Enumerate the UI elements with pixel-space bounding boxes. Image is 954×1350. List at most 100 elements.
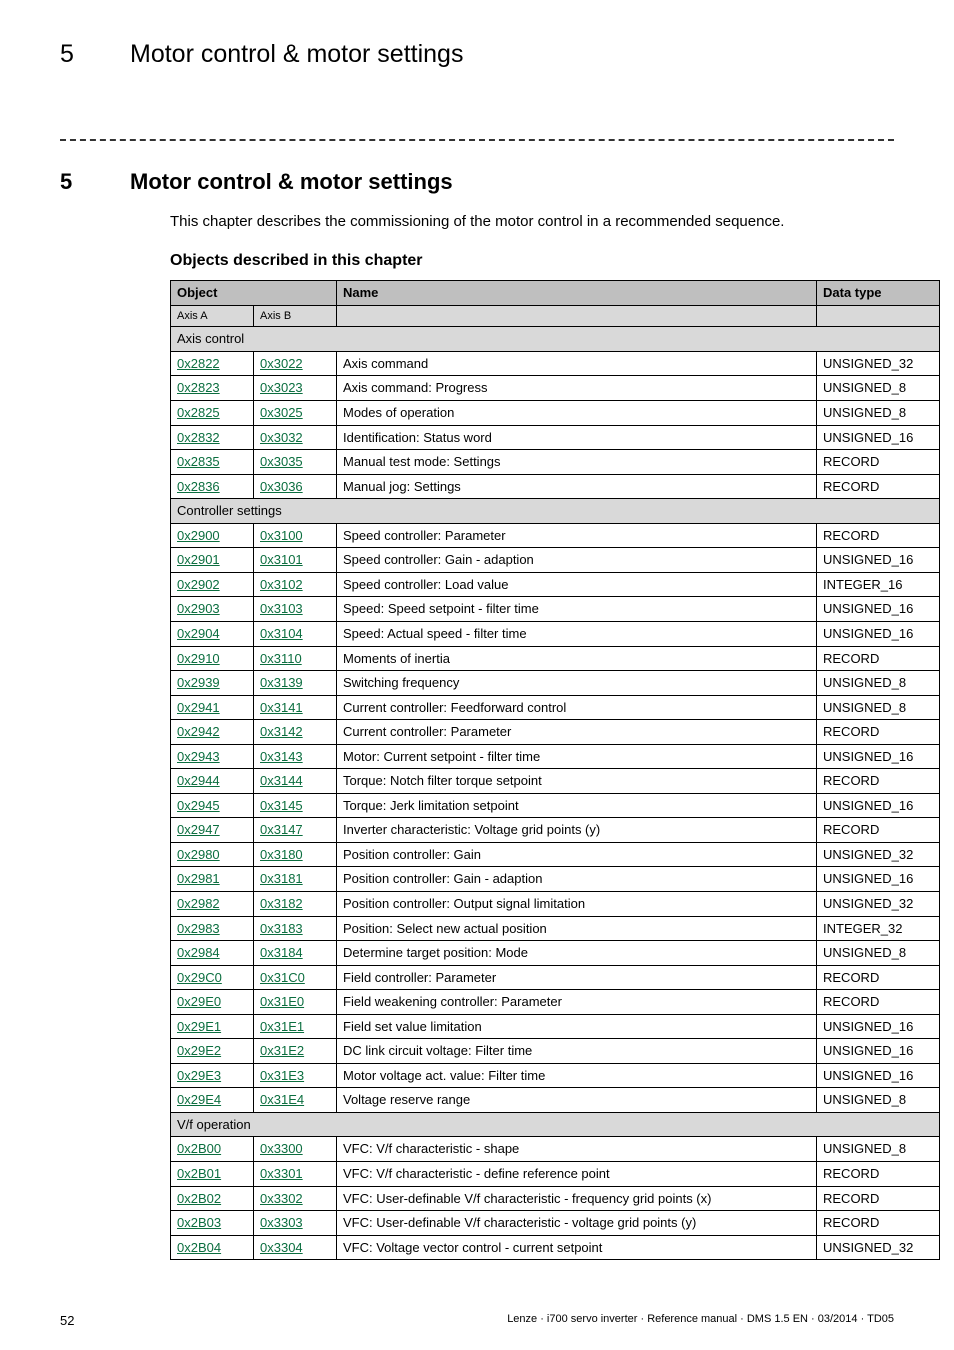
object-link-axis-b[interactable]: 0x31C0 [260, 970, 305, 985]
object-link-axis-a[interactable]: 0x2836 [177, 479, 220, 494]
object-link-axis-a[interactable]: 0x2904 [177, 626, 220, 641]
object-link-axis-b[interactable]: 0x3139 [260, 675, 303, 690]
object-link-axis-a[interactable]: 0x2939 [177, 675, 220, 690]
object-link-axis-a[interactable]: 0x2983 [177, 921, 220, 936]
object-link-axis-a[interactable]: 0x2832 [177, 430, 220, 445]
object-link-axis-b[interactable]: 0x3035 [260, 454, 303, 469]
object-link-axis-b[interactable]: 0x3142 [260, 724, 303, 739]
object-link-axis-a[interactable]: 0x2942 [177, 724, 220, 739]
object-link-axis-b[interactable]: 0x3301 [260, 1166, 303, 1181]
object-link-axis-a[interactable]: 0x2B01 [177, 1166, 221, 1181]
object-link-axis-b[interactable]: 0x3143 [260, 749, 303, 764]
object-link-axis-a[interactable]: 0x2982 [177, 896, 220, 911]
object-name: Torque: Notch filter torque setpoint [337, 769, 817, 794]
object-link-axis-a[interactable]: 0x29E3 [177, 1068, 221, 1083]
object-datatype: UNSIGNED_8 [817, 671, 940, 696]
object-link-axis-b[interactable]: 0x3025 [260, 405, 303, 420]
object-link-axis-a[interactable]: 0x2901 [177, 552, 220, 567]
object-link-axis-b[interactable]: 0x3303 [260, 1215, 303, 1230]
object-link-axis-b[interactable]: 0x3023 [260, 380, 303, 395]
object-name: Motor: Current setpoint - filter time [337, 744, 817, 769]
table-row: 0x29E4 0x31E4 Voltage reserve rangeUNSIGNE… [171, 1088, 940, 1113]
object-link-axis-a[interactable]: 0x2945 [177, 798, 220, 813]
object-link-axis-b[interactable]: 0x3300 [260, 1141, 303, 1156]
object-link-axis-b[interactable]: 0x3102 [260, 577, 303, 592]
object-link-axis-b[interactable]: 0x3147 [260, 822, 303, 837]
object-name: VFC: Voltage vector control - current se… [337, 1235, 817, 1260]
footer-reference: Lenze · i700 servo inverter · Reference … [507, 1313, 894, 1328]
object-name: Current controller: Feedforward control [337, 695, 817, 720]
object-link-axis-a[interactable]: 0x29C0 [177, 970, 222, 985]
object-link-axis-a[interactable]: 0x2B00 [177, 1141, 221, 1156]
object-link-axis-a[interactable]: 0x29E1 [177, 1019, 221, 1034]
object-link-axis-a[interactable]: 0x2903 [177, 601, 220, 616]
object-link-axis-a[interactable]: 0x2944 [177, 773, 220, 788]
object-link-axis-b[interactable]: 0x3022 [260, 356, 303, 371]
object-datatype: UNSIGNED_16 [817, 867, 940, 892]
object-link-axis-a[interactable]: 0x2B03 [177, 1215, 221, 1230]
object-link-axis-a[interactable]: 0x2822 [177, 356, 220, 371]
object-link-axis-a[interactable]: 0x2981 [177, 871, 220, 886]
object-link-axis-a[interactable]: 0x2902 [177, 577, 220, 592]
table-row: 0x29E20x31E2DC link circuit voltage: Fil… [171, 1039, 940, 1064]
table-row: 0x29030x3103Speed: Speed setpoint - filt… [171, 597, 940, 622]
object-name: Manual test mode: Settings [337, 450, 817, 475]
object-link-axis-b[interactable]: 0x3104 [260, 626, 303, 641]
object-link-axis-b[interactable]: 0x3110 [260, 651, 302, 666]
object-link-axis-a[interactable]: 0x2825 [177, 405, 220, 420]
object-datatype: UNSIGNED_16 [817, 1014, 940, 1039]
object-datatype: UNSIGNED_8 [817, 1088, 940, 1113]
th-empty-type [817, 305, 940, 327]
object-link-axis-b[interactable]: 0x3304 [260, 1240, 303, 1255]
object-datatype: RECORD [817, 450, 940, 475]
object-link-axis-a[interactable]: 0x2900 [177, 528, 220, 543]
page-footer: 52 Lenze · i700 servo inverter · Referen… [60, 1313, 894, 1328]
object-name: Voltage reserve range [337, 1088, 817, 1113]
object-link-axis-b[interactable]: 0x3036 [260, 479, 303, 494]
header-chapter-num: 5 [60, 40, 80, 69]
object-datatype: UNSIGNED_16 [817, 548, 940, 573]
object-link-axis-b[interactable]: 0x3101 [260, 552, 303, 567]
object-link-axis-b[interactable]: 0x31E3 [260, 1068, 304, 1083]
object-name: VFC: User-definable V/f characteristic -… [337, 1186, 817, 1211]
object-link-axis-b[interactable]: 0x3144 [260, 773, 303, 788]
object-link-axis-a[interactable]: 0x2941 [177, 700, 220, 715]
object-link-axis-b[interactable]: 0x3180 [260, 847, 303, 862]
table-row: 0x29420x3142Current controller: Paramete… [171, 720, 940, 745]
object-link-axis-b[interactable]: 0x31E2 [260, 1043, 304, 1058]
object-name: Field weakening controller: Parameter [337, 990, 817, 1015]
object-link-axis-b[interactable]: 0x31E1 [260, 1019, 304, 1034]
object-link-axis-a[interactable]: 0x2943 [177, 749, 220, 764]
object-link-axis-b[interactable]: 0x3183 [260, 921, 303, 936]
object-link-axis-a[interactable]: 0x29E4 [177, 1092, 221, 1107]
object-name: Field set value limitation [337, 1014, 817, 1039]
object-link-axis-a[interactable]: 0x2823 [177, 380, 220, 395]
object-link-axis-b[interactable]: 0x31E0 [260, 994, 304, 1009]
object-name: VFC: V/f characteristic - define referen… [337, 1161, 817, 1186]
object-name: Inverter characteristic: Voltage grid po… [337, 818, 817, 843]
object-link-axis-b[interactable]: 0x3145 [260, 798, 303, 813]
object-link-axis-b[interactable]: 0x3181 [260, 871, 303, 886]
object-datatype: RECORD [817, 720, 940, 745]
object-link-axis-a[interactable]: 0x2910 [177, 651, 220, 666]
object-link-axis-a[interactable]: 0x2984 [177, 945, 220, 960]
table-row: 0x29840x3184Determine target position: M… [171, 941, 940, 966]
object-link-axis-b[interactable]: 0x3032 [260, 430, 303, 445]
object-link-axis-b[interactable]: 0x3302 [260, 1191, 303, 1206]
object-link-axis-b[interactable]: 0x3141 [260, 700, 303, 715]
object-link-axis-b[interactable]: 0x3100 [260, 528, 303, 543]
object-link-axis-a[interactable]: 0x2B02 [177, 1191, 221, 1206]
object-link-axis-a[interactable]: 0x29E2 [177, 1043, 221, 1058]
table-row: 0x2B000x3300VFC: V/f characteristic - sh… [171, 1137, 940, 1162]
object-name: Field controller: Parameter [337, 965, 817, 990]
object-link-axis-a[interactable]: 0x29E0 [177, 994, 221, 1009]
object-link-axis-b[interactable]: 0x3103 [260, 601, 303, 616]
object-link-axis-a[interactable]: 0x2947 [177, 822, 220, 837]
object-link-axis-b[interactable]: 0x31E4 [260, 1092, 304, 1107]
object-link-axis-a[interactable]: 0x2B04 [177, 1240, 221, 1255]
object-link-axis-a[interactable]: 0x2835 [177, 454, 220, 469]
object-link-axis-a[interactable]: 0x2980 [177, 847, 220, 862]
object-link-axis-b[interactable]: 0x3184 [260, 945, 303, 960]
object-link-axis-b[interactable]: 0x3182 [260, 896, 303, 911]
object-name: Motor voltage act. value: Filter time [337, 1063, 817, 1088]
